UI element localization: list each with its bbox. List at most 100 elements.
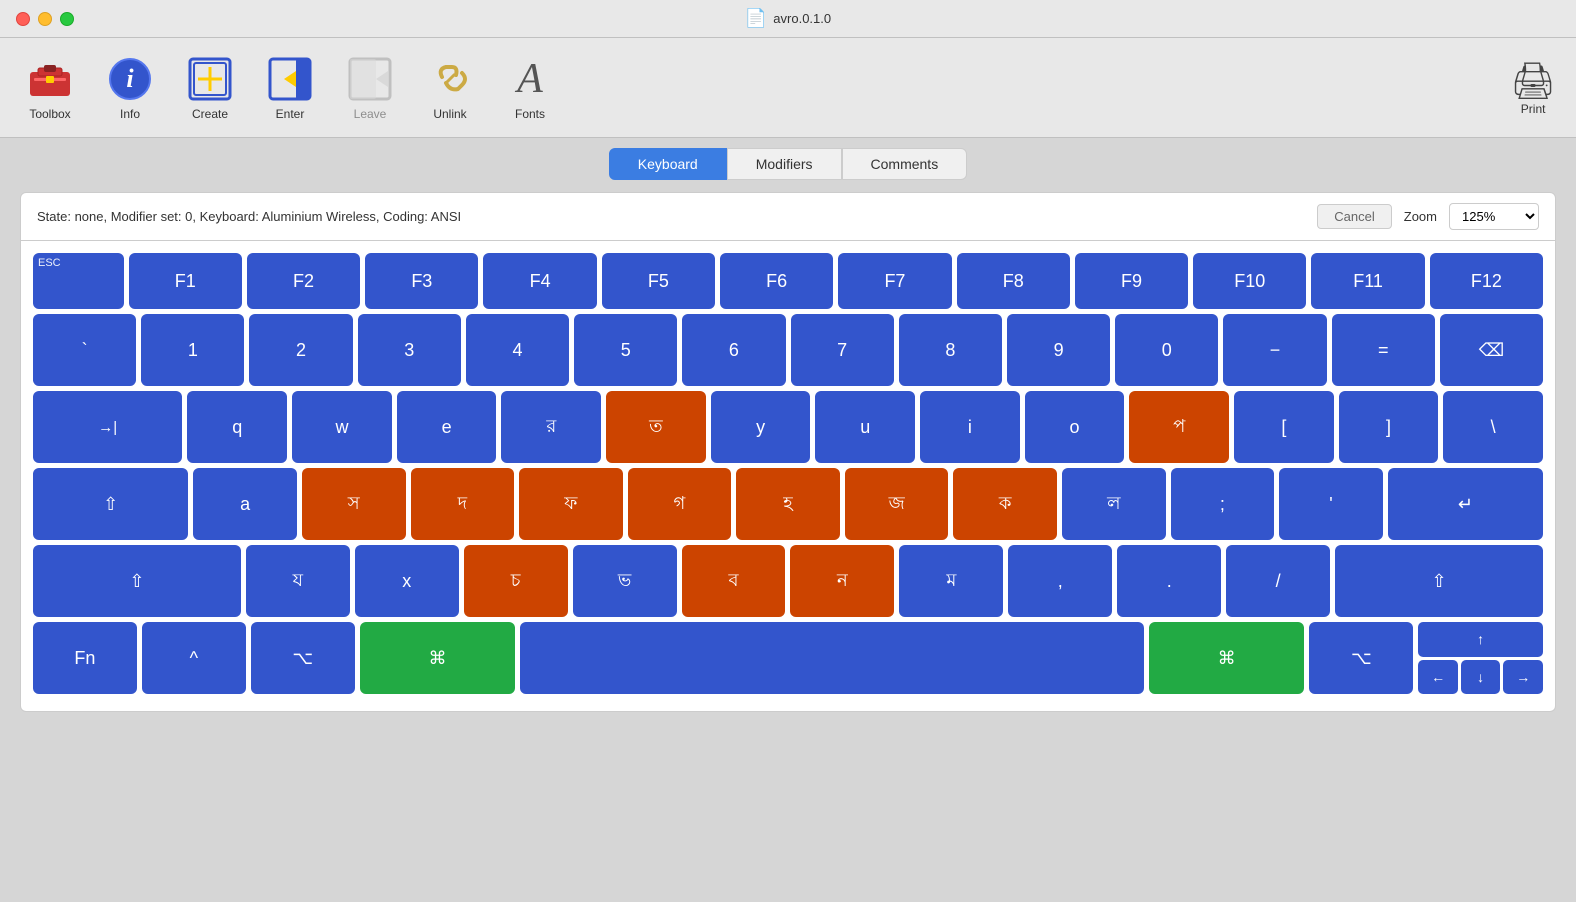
key-q[interactable]: q xyxy=(187,391,287,463)
key-a[interactable]: a xyxy=(193,468,297,540)
key-ralt[interactable]: ⌥ xyxy=(1309,622,1413,694)
key-slash[interactable]: / xyxy=(1226,545,1330,617)
key-down[interactable]: ↓ xyxy=(1461,660,1501,695)
key-quote[interactable]: ' xyxy=(1279,468,1383,540)
toolbar-fonts[interactable]: A Fonts xyxy=(490,49,570,127)
key-f10[interactable]: F10 xyxy=(1193,253,1306,309)
key-minus[interactable]: − xyxy=(1223,314,1326,386)
key-period[interactable]: . xyxy=(1117,545,1221,617)
key-f9[interactable]: F9 xyxy=(1075,253,1188,309)
key-e[interactable]: e xyxy=(397,391,497,463)
tab-modifiers[interactable]: Modifiers xyxy=(727,148,842,180)
key-m[interactable]: ম xyxy=(899,545,1003,617)
key-right[interactable]: → xyxy=(1503,660,1543,695)
key-u[interactable]: u xyxy=(815,391,915,463)
enter-icon xyxy=(266,55,314,103)
toolbar-enter[interactable]: Enter xyxy=(250,49,330,127)
key-0[interactable]: 0 xyxy=(1115,314,1218,386)
key-backspace[interactable]: ⌫ xyxy=(1440,314,1543,386)
status-bar: State: none, Modifier set: 0, Keyboard: … xyxy=(20,192,1556,241)
key-comma[interactable]: , xyxy=(1008,545,1112,617)
key-f8[interactable]: F8 xyxy=(957,253,1070,309)
key-6[interactable]: 6 xyxy=(682,314,785,386)
key-esc[interactable]: ESC xyxy=(33,253,124,309)
key-5[interactable]: 5 xyxy=(574,314,677,386)
key-f[interactable]: ফ xyxy=(519,468,623,540)
toolbar-leave[interactable]: Leave xyxy=(330,49,410,127)
maximize-button[interactable] xyxy=(60,12,74,26)
key-f3[interactable]: F3 xyxy=(365,253,478,309)
key-3[interactable]: 3 xyxy=(358,314,461,386)
key-f12[interactable]: F12 xyxy=(1430,253,1543,309)
key-bracketright[interactable]: ] xyxy=(1339,391,1439,463)
tab-comments[interactable]: Comments xyxy=(842,148,968,180)
key-equals[interactable]: = xyxy=(1332,314,1435,386)
key-tab[interactable]: →| xyxy=(33,391,182,463)
close-button[interactable] xyxy=(16,12,30,26)
key-f1[interactable]: F1 xyxy=(129,253,242,309)
key-9[interactable]: 9 xyxy=(1007,314,1110,386)
key-2[interactable]: 2 xyxy=(249,314,352,386)
key-v[interactable]: ভ xyxy=(573,545,677,617)
key-z[interactable]: য xyxy=(246,545,350,617)
key-i[interactable]: i xyxy=(920,391,1020,463)
arrow-cluster: ↑ ← ↓ → xyxy=(1418,622,1543,694)
key-up[interactable]: ↑ xyxy=(1418,622,1543,657)
key-n[interactable]: ন xyxy=(790,545,894,617)
key-4[interactable]: 4 xyxy=(466,314,569,386)
info-icon: i xyxy=(106,55,154,103)
key-f5[interactable]: F5 xyxy=(602,253,715,309)
print-button[interactable]: 🖨 Print xyxy=(1510,60,1556,116)
key-fn[interactable]: Fn xyxy=(33,622,137,694)
key-d[interactable]: দ xyxy=(411,468,515,540)
key-w[interactable]: w xyxy=(292,391,392,463)
key-bracketleft[interactable]: [ xyxy=(1234,391,1334,463)
key-o[interactable]: o xyxy=(1025,391,1125,463)
key-capslock[interactable]: ⇧ xyxy=(33,468,188,540)
key-enter[interactable]: ↵ xyxy=(1388,468,1543,540)
key-backtick[interactable]: ` xyxy=(33,314,136,386)
key-k[interactable]: ক xyxy=(953,468,1057,540)
key-rshift[interactable]: ⇧ xyxy=(1335,545,1543,617)
key-j[interactable]: জ xyxy=(845,468,949,540)
toolbar-toolbox[interactable]: Toolbox xyxy=(10,49,90,127)
key-p[interactable]: প xyxy=(1129,391,1229,463)
zoom-select[interactable]: 75% 100% 125% 150% 175% 200% xyxy=(1449,203,1539,230)
key-lalt[interactable]: ⌥ xyxy=(251,622,355,694)
key-c[interactable]: চ xyxy=(464,545,568,617)
key-l[interactable]: ল xyxy=(1062,468,1166,540)
toolbar-info[interactable]: i Info xyxy=(90,49,170,127)
key-t[interactable]: ত xyxy=(606,391,706,463)
key-7[interactable]: 7 xyxy=(791,314,894,386)
key-x[interactable]: x xyxy=(355,545,459,617)
key-f11[interactable]: F11 xyxy=(1311,253,1424,309)
fn-row: ESC F1 F2 F3 F4 F5 F6 F7 F8 F9 F10 F11 F… xyxy=(33,253,1543,309)
key-y[interactable]: y xyxy=(711,391,811,463)
key-f4[interactable]: F4 xyxy=(483,253,596,309)
key-b[interactable]: ব xyxy=(682,545,786,617)
key-lshift[interactable]: ⇧ xyxy=(33,545,241,617)
key-rcmd[interactable]: ⌘ xyxy=(1149,622,1305,694)
key-h[interactable]: হ xyxy=(736,468,840,540)
title-bar: 📄 avro.0.1.0 xyxy=(0,0,1576,38)
key-semicolon[interactable]: ; xyxy=(1171,468,1275,540)
key-f6[interactable]: F6 xyxy=(720,253,833,309)
key-s[interactable]: স xyxy=(302,468,406,540)
key-g[interactable]: গ xyxy=(628,468,732,540)
key-r[interactable]: র xyxy=(501,391,601,463)
key-lcmd[interactable]: ⌘ xyxy=(360,622,516,694)
tab-keyboard[interactable]: Keyboard xyxy=(609,148,727,180)
cancel-button[interactable]: Cancel xyxy=(1317,204,1391,229)
toolbar-create[interactable]: Create xyxy=(170,49,250,127)
toolbar-unlink[interactable]: Unlink xyxy=(410,49,490,127)
key-ctrl[interactable]: ^ xyxy=(142,622,246,694)
key-f7[interactable]: F7 xyxy=(838,253,951,309)
key-space[interactable] xyxy=(520,622,1143,694)
key-left[interactable]: ← xyxy=(1418,660,1458,695)
qwerty-row: →| q w e র ত y u i o প [ ] \ xyxy=(33,391,1543,463)
key-f2[interactable]: F2 xyxy=(247,253,360,309)
key-1[interactable]: 1 xyxy=(141,314,244,386)
key-backslash[interactable]: \ xyxy=(1443,391,1543,463)
key-8[interactable]: 8 xyxy=(899,314,1002,386)
minimize-button[interactable] xyxy=(38,12,52,26)
